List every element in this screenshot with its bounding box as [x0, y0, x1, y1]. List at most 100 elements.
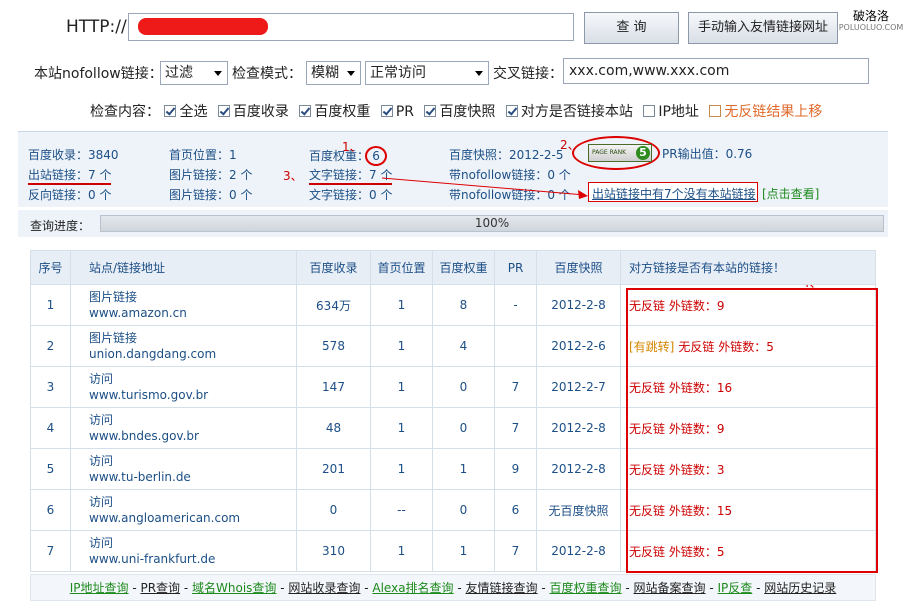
footer-link[interactable]: 百度权重查询	[550, 581, 622, 595]
mode-label: 检查模式：	[232, 66, 302, 82]
option-select-all[interactable]: 全选	[164, 104, 207, 120]
cell-home-position: 1	[370, 366, 433, 408]
annotation-arrow	[381, 177, 588, 199]
checkbox-checked-icon[interactable]	[299, 105, 312, 117]
mode-select[interactable]: 模糊	[306, 61, 361, 85]
annotation-2: 2、	[560, 138, 580, 152]
backlink-highlight-box	[626, 288, 878, 573]
footer-link[interactable]: IP反查	[717, 581, 752, 595]
http-label: HTTP://	[66, 17, 127, 37]
access-select[interactable]: 正常访问	[365, 61, 489, 85]
option-baidu-index[interactable]: 百度收录	[217, 104, 289, 120]
cell-pr: 7	[494, 366, 537, 408]
stat-reverse-links: 反向链接：0 个	[28, 188, 112, 202]
nofollow-value: 过滤	[165, 65, 193, 81]
cell-baidu-index: 634万	[296, 284, 371, 326]
checkbox-unchecked-icon[interactable]	[643, 105, 656, 117]
checkbox-checked-icon[interactable]	[505, 105, 518, 117]
option-backlink-check[interactable]: 对方是否链接本站	[505, 104, 633, 120]
cell-snapshot: 2012-2-8	[536, 407, 621, 449]
cell-pr: 6	[494, 489, 537, 531]
cell-index: 3	[30, 366, 71, 408]
progress-bar: 100%	[100, 215, 884, 232]
link-type: 图片链接	[89, 290, 138, 304]
check-options: 检查内容： 全选 百度收录 百度权重 PR 百度快照 对方是否链接本站 IP地址…	[90, 101, 828, 121]
option-baidu-weight[interactable]: 百度权重	[299, 104, 370, 120]
url-redaction	[138, 18, 268, 35]
stat-outbound-links: 出站链接：7 个	[28, 166, 112, 185]
chevron-down-icon	[214, 71, 222, 76]
checkbox-checked-icon[interactable]	[380, 105, 393, 117]
link-url: www.tu-berlin.de	[89, 470, 191, 484]
cell-site[interactable]: 图片链接 union.dangdang.com	[70, 325, 297, 367]
cell-index: 6	[30, 489, 71, 531]
footer-link[interactable]: PR查询	[140, 581, 180, 595]
cell-site[interactable]: 访问 www.bndes.gov.br	[70, 407, 297, 449]
checkbox-checked-icon[interactable]	[424, 105, 437, 117]
options-label: 检查内容：	[90, 104, 160, 120]
pagerank-badge: PAGE RANK 5	[588, 144, 652, 162]
option-label: 无反链结果上移	[724, 104, 823, 120]
cell-snapshot: 2012-2-8	[536, 448, 621, 490]
cell-baidu-index: 578	[296, 325, 371, 367]
footer-link[interactable]: 友情链接查询	[466, 581, 538, 595]
stat-baidu-snapshot: 百度快照：2012-2-5	[449, 148, 564, 162]
view-details-link[interactable]: [点击查看]	[762, 185, 819, 202]
stat-image-links: 图片链接：2 个	[169, 168, 253, 182]
chevron-down-icon	[347, 71, 355, 76]
link-url: www.amazon.cn	[89, 306, 187, 320]
cell-site[interactable]: 图片链接 www.amazon.cn	[70, 284, 297, 326]
cell-baidu-index: 201	[296, 448, 371, 490]
link-type: 访问	[89, 536, 114, 550]
query-button[interactable]: 查 询	[584, 12, 679, 44]
footer-links: IP地址查询 - PR查询 - 域名Whois查询 - 网站收录查询 - Ale…	[30, 574, 876, 601]
nofollow-select[interactable]: 过滤	[160, 61, 228, 85]
cell-pr	[494, 325, 537, 367]
link-type: 访问	[89, 413, 114, 427]
cross-input[interactable]: xxx.com,www.xxx.com	[563, 58, 869, 84]
cell-index: 4	[30, 407, 71, 449]
th-home-position: 首页位置	[370, 250, 433, 285]
cell-baidu-weight: 0	[432, 407, 495, 449]
footer-link[interactable]: 域名Whois查询	[192, 581, 276, 595]
cell-baidu-index: 147	[296, 366, 371, 408]
cell-pr: 9	[494, 448, 537, 490]
th-index: 序号	[30, 250, 71, 285]
footer-link[interactable]: 网站收录查询	[288, 581, 360, 595]
manual-link-button[interactable]: 手动输入友情链接网址	[688, 12, 838, 44]
cell-site[interactable]: 访问 www.tu-berlin.de	[70, 448, 297, 490]
footer-link[interactable]: Alexa排名查询	[372, 581, 453, 595]
cell-baidu-weight: 4	[432, 325, 495, 367]
chevron-down-icon	[475, 71, 483, 76]
link-type: 图片链接	[89, 331, 138, 345]
annotation-1: 1、	[342, 140, 362, 154]
cell-site[interactable]: 访问 www.uni-frankfurt.de	[70, 530, 297, 572]
option-no-backlink-first[interactable]: 无反链结果上移	[709, 104, 822, 120]
checkbox-unchecked-icon[interactable]	[709, 105, 722, 117]
option-baidu-snapshot[interactable]: 百度快照	[424, 104, 495, 120]
cell-home-position: --	[370, 489, 433, 531]
link-type: 访问	[89, 454, 114, 468]
link-url: union.dangdang.com	[89, 347, 217, 361]
cell-pr: -	[494, 284, 537, 326]
cell-snapshot: 2012-2-6	[536, 325, 621, 367]
option-ip[interactable]: IP地址	[643, 104, 699, 120]
footer-link[interactable]: IP地址查询	[70, 581, 129, 595]
option-pr[interactable]: PR	[380, 104, 414, 120]
stat-image-links-2: 图片链接：0 个	[169, 188, 253, 202]
logo-cn: 破洛洛	[852, 9, 889, 23]
footer-link[interactable]: 网站历史记录	[764, 581, 836, 595]
cell-site[interactable]: 访问 www.angloamerican.com	[70, 489, 297, 531]
cell-baidu-index: 48	[296, 407, 371, 449]
cell-pr: 7	[494, 530, 537, 572]
footer-link[interactable]: 网站备案查询	[634, 581, 706, 595]
link-type: 访问	[89, 372, 114, 386]
checkbox-checked-icon[interactable]	[217, 105, 230, 117]
outbound-note: 出站链接中有7个没有本站链接	[592, 187, 756, 201]
pagerank-value: 5	[636, 146, 650, 160]
cell-site[interactable]: 访问 www.turismo.gov.br	[70, 366, 297, 408]
checkbox-checked-icon[interactable]	[164, 105, 177, 117]
cell-baidu-weight: 1	[432, 448, 495, 490]
cell-baidu-weight: 1	[432, 530, 495, 572]
cell-index: 7	[30, 530, 71, 572]
